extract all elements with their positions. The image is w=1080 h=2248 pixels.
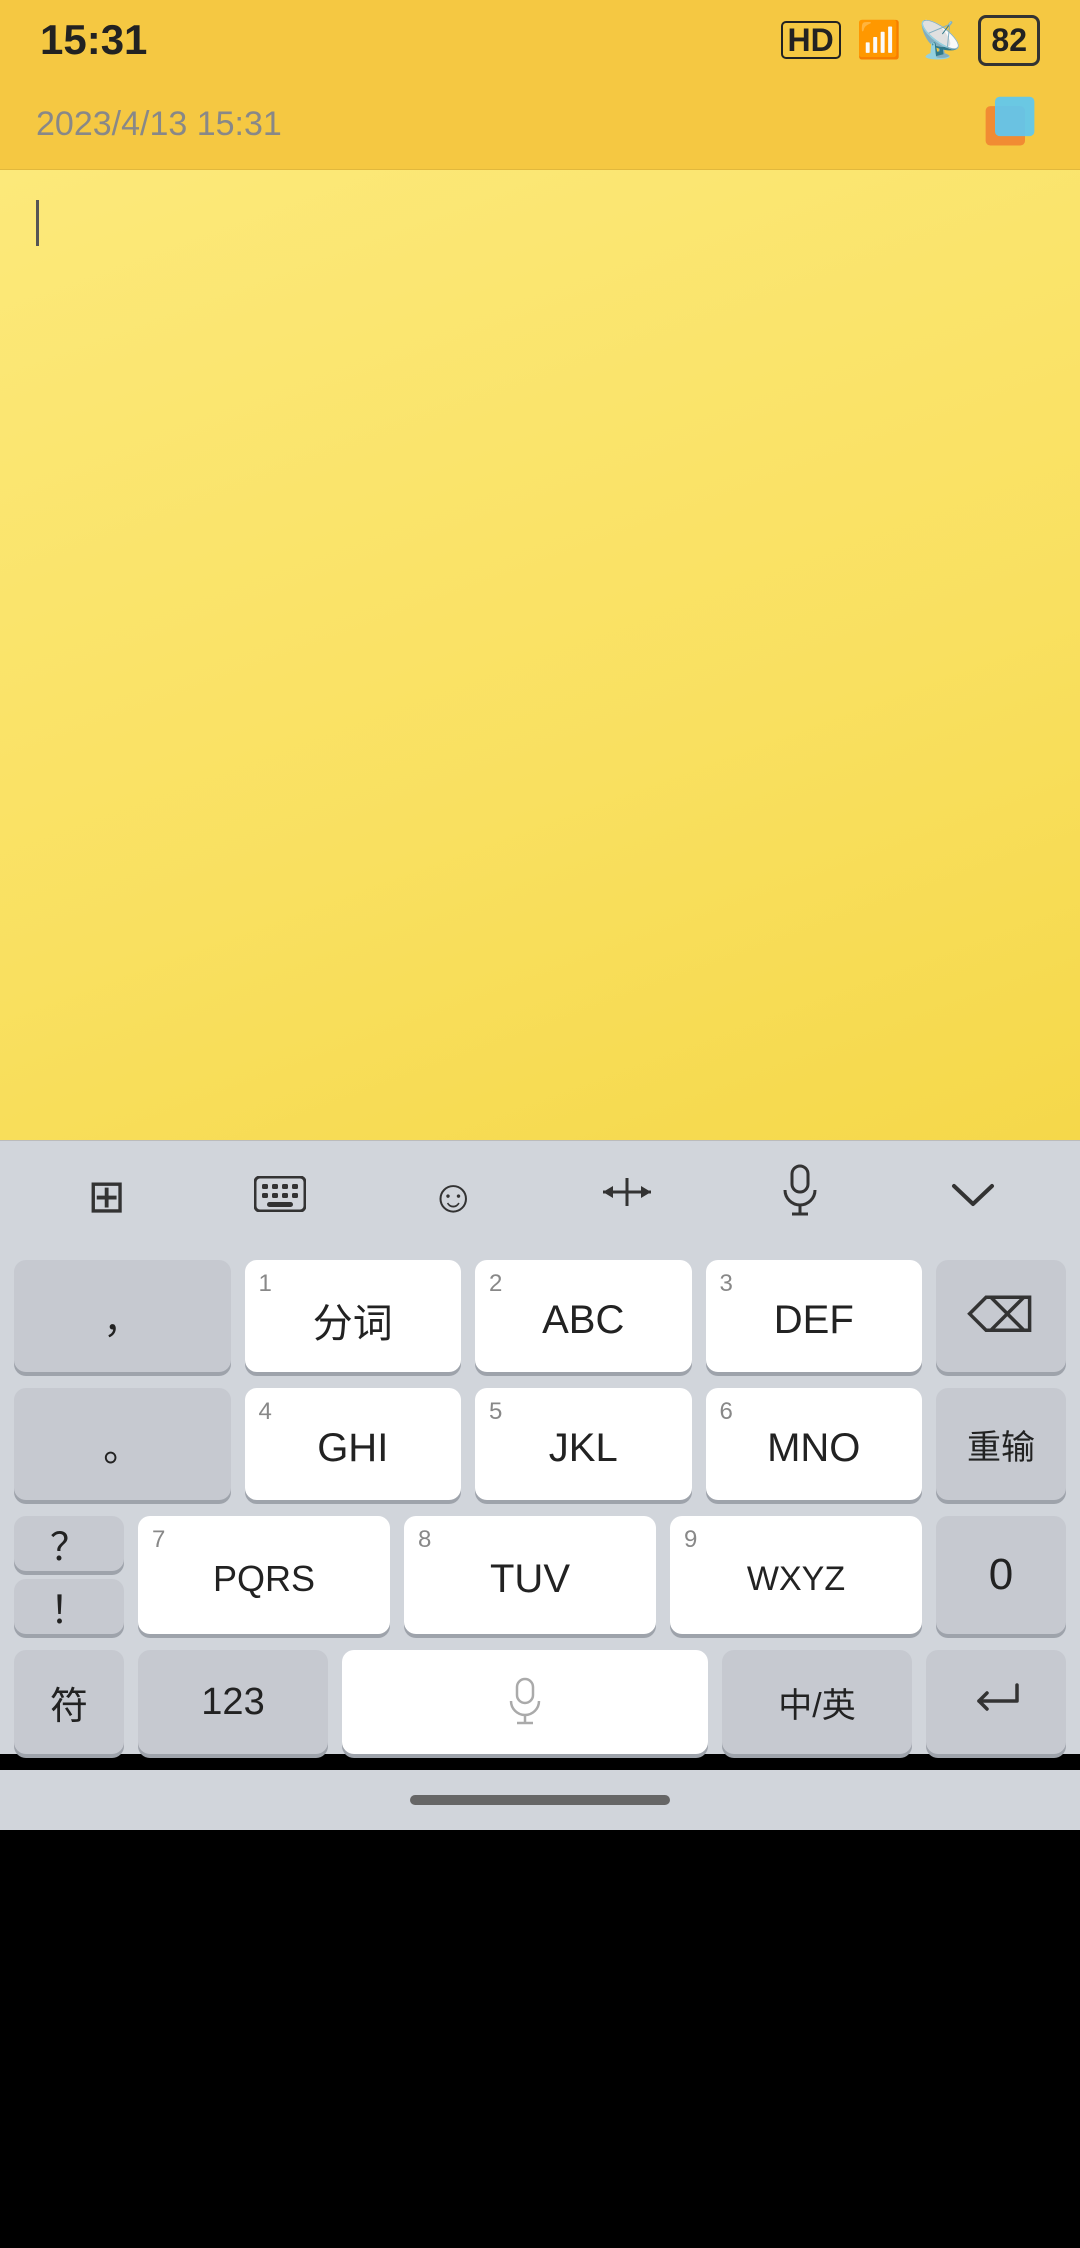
key-6-mno[interactable]: 6 MNO xyxy=(706,1388,923,1500)
punct-period-key[interactable]: 。 xyxy=(14,1388,231,1500)
key-number-4: 4 xyxy=(259,1398,272,1426)
note-area[interactable] xyxy=(0,170,1080,1140)
status-icons: HD 📶 📡 82 xyxy=(781,15,1040,66)
space-mic-icon xyxy=(507,1677,543,1727)
lang-label: 中/英 xyxy=(778,1678,855,1727)
emoji-button[interactable]: ☺ xyxy=(383,1161,523,1231)
collapse-keyboard-button[interactable] xyxy=(903,1161,1043,1231)
lang-key[interactable]: 中/英 xyxy=(722,1650,912,1754)
wifi-icon: 📡 xyxy=(918,19,963,61)
key-label-ghi: GHI xyxy=(317,1426,388,1471)
cursor-move-icon xyxy=(599,1169,655,1223)
note-header: 2023/4/13 15:31 xyxy=(0,80,1080,170)
status-bar: 15:31 HD 📶 📡 82 xyxy=(0,0,1080,80)
mic-button[interactable] xyxy=(730,1161,870,1231)
keyboard-layout-button[interactable] xyxy=(210,1161,350,1231)
key-label-wxyz: WXYZ xyxy=(747,1560,845,1599)
keyboard: ， 1 分词 2 ABC 3 DEF ⌫ 。 4 GHI 5 JKL xyxy=(0,1250,1080,1754)
key-number-2: 2 xyxy=(489,1270,502,1298)
punct-question-key[interactable]: ？ xyxy=(14,1516,124,1571)
battery-indicator: 82 xyxy=(978,15,1040,66)
zero-label: 0 xyxy=(989,1550,1013,1600)
space-key[interactable] xyxy=(342,1650,708,1754)
reset-label: 重输 xyxy=(967,1420,1035,1469)
key-5-jkl[interactable]: 5 JKL xyxy=(475,1388,692,1500)
key-7-pqrs[interactable]: 7 PQRS xyxy=(138,1516,390,1634)
note-date: 2023/4/13 15:31 xyxy=(36,105,282,144)
key-number-7: 7 xyxy=(152,1526,165,1554)
text-cursor xyxy=(36,200,39,246)
fu-label: 符 xyxy=(50,1675,88,1730)
key-8-tuv[interactable]: 8 TUV xyxy=(404,1516,656,1634)
key-number-3: 3 xyxy=(720,1270,733,1298)
reset-key[interactable]: 重输 xyxy=(936,1388,1066,1500)
hd-icon: HD xyxy=(781,21,841,59)
key-1-fenci[interactable]: 1 分词 xyxy=(245,1260,462,1372)
keyboard-bottom-row: 符 123 中/英 xyxy=(14,1650,1066,1754)
key-label-def: DEF xyxy=(774,1298,854,1343)
key-number-9: 9 xyxy=(684,1526,697,1554)
home-bar xyxy=(0,1770,1080,1830)
emoji-icon: ☺ xyxy=(430,1169,477,1223)
keyboard-toolbar: ⊞ ☺ xyxy=(0,1140,1080,1250)
enter-icon xyxy=(971,1677,1021,1727)
collapse-icon xyxy=(948,1169,998,1223)
key-label-mno: MNO xyxy=(767,1426,860,1471)
key-number-8: 8 xyxy=(418,1526,431,1554)
apps-toolbar-button[interactable]: ⊞ xyxy=(37,1161,177,1231)
mic-icon xyxy=(781,1164,819,1227)
key-label-fenci: 分词 xyxy=(313,1291,393,1349)
key-2-abc[interactable]: 2 ABC xyxy=(475,1260,692,1372)
key-4-ghi[interactable]: 4 GHI xyxy=(245,1388,462,1500)
key-3-def[interactable]: 3 DEF xyxy=(706,1260,923,1372)
enter-key[interactable] xyxy=(926,1650,1066,1754)
key-label-pqrs: PQRS xyxy=(213,1558,315,1600)
key-0[interactable]: 0 xyxy=(936,1516,1066,1634)
punct-exclaim-key[interactable]: ！ xyxy=(14,1579,124,1634)
key-label-tuv: TUV xyxy=(490,1557,570,1602)
key-number-6: 6 xyxy=(720,1398,733,1426)
key-label-jkl: JKL xyxy=(549,1426,618,1471)
fu-key[interactable]: 符 xyxy=(14,1650,124,1754)
backspace-key[interactable]: ⌫ xyxy=(936,1260,1066,1372)
keyboard-icon xyxy=(254,1169,306,1223)
key-number-1: 1 xyxy=(259,1270,272,1298)
home-indicator xyxy=(410,1795,670,1805)
num-label: 123 xyxy=(201,1681,264,1724)
signal-icon: 📶 xyxy=(857,19,902,61)
backspace-icon: ⌫ xyxy=(967,1288,1035,1344)
num-key[interactable]: 123 xyxy=(138,1650,328,1754)
cursor-move-button[interactable] xyxy=(557,1161,697,1231)
key-number-5: 5 xyxy=(489,1398,502,1426)
status-time: 15:31 xyxy=(40,16,147,64)
note-icon-button[interactable] xyxy=(980,93,1044,157)
punct-comma-key[interactable]: ， xyxy=(14,1260,231,1372)
apps-icon: ⊞ xyxy=(87,1169,126,1223)
key-9-wxyz[interactable]: 9 WXYZ xyxy=(670,1516,922,1634)
key-label-abc: ABC xyxy=(542,1298,624,1343)
